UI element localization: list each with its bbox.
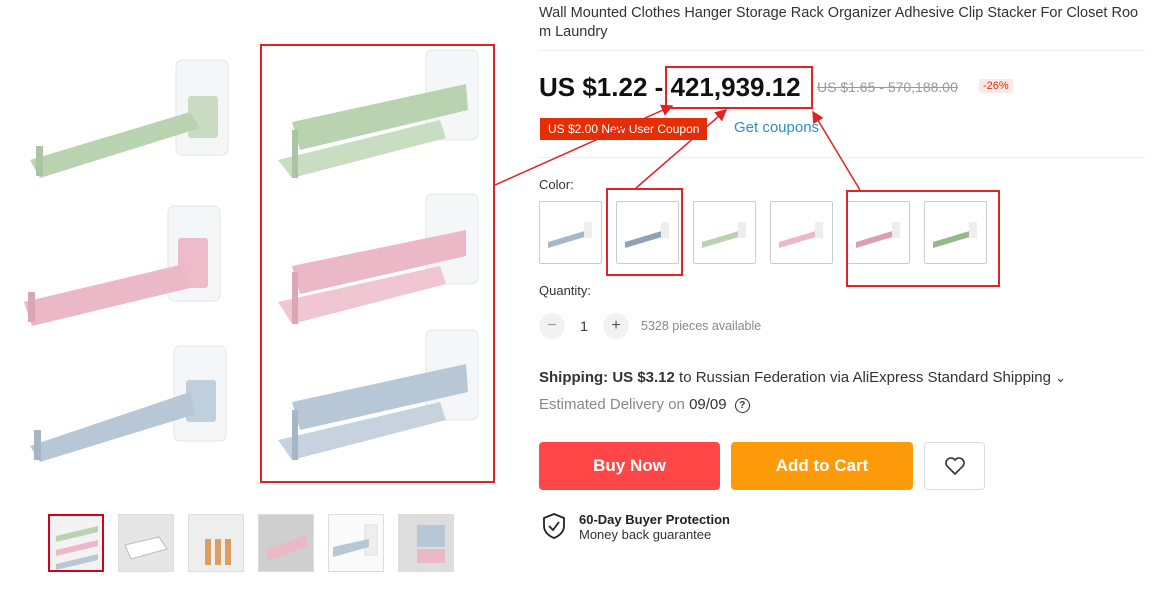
shipping-cost: US $3.12: [612, 369, 675, 386]
quantity-stepper: − 1 + 5328 pieces available: [539, 313, 761, 339]
protection-subtitle: Money back guarantee: [579, 527, 712, 542]
protection-title: 60-Day Buyer Protection: [579, 512, 730, 527]
hanger-blue-small: [30, 345, 227, 462]
hanger-pink-small: [24, 205, 221, 326]
thumbnail-1[interactable]: [48, 514, 104, 572]
get-coupons-link[interactable]: Get coupons: [734, 119, 819, 136]
wishlist-button[interactable]: [924, 442, 985, 490]
delivery-date: 09/09: [689, 396, 727, 413]
add-to-cart-button[interactable]: Add to Cart: [731, 442, 913, 490]
thumbnail-4[interactable]: [258, 514, 314, 572]
discount-badge: -26%: [979, 79, 1013, 93]
chevron-down-icon: ⌄: [1055, 370, 1067, 385]
annotation-box-price: [665, 66, 813, 109]
divider: [539, 50, 1145, 51]
shipping-destination: to Russian Federation via AliExpress Sta…: [679, 369, 1051, 386]
new-user-coupon-badge[interactable]: US $2.00 New User Coupon: [540, 118, 708, 140]
quantity-increase-button[interactable]: +: [603, 313, 629, 339]
buyer-protection: 60-Day Buyer Protection Money back guara…: [541, 512, 730, 542]
divider: [539, 157, 1145, 158]
shipping-info[interactable]: Shipping: US $3.12 to Russian Federation…: [539, 369, 1066, 386]
delivery-label: Estimated Delivery on: [539, 396, 685, 413]
hanger-green-small: [30, 59, 229, 178]
quantity-value[interactable]: 1: [577, 318, 591, 334]
thumbnail-5[interactable]: [328, 514, 384, 572]
stock-available: 5328 pieces available: [641, 319, 762, 333]
quantity-label: Quantity:: [539, 283, 592, 298]
annotation-box-color-5-6: [846, 190, 1000, 287]
thumbnail-strip: [48, 514, 454, 572]
help-icon[interactable]: ?: [734, 398, 750, 413]
price-low: US $1.22 -: [539, 72, 671, 102]
annotation-box-color-2: [606, 188, 683, 276]
color-option-4[interactable]: [770, 201, 833, 264]
color-option-3[interactable]: [693, 201, 756, 264]
product-title: Wall Mounted Clothes Hanger Storage Rack…: [539, 5, 1139, 40]
shipping-label: Shipping:: [539, 369, 609, 386]
thumbnail-2[interactable]: [118, 514, 174, 572]
thumbnail-3[interactable]: [188, 514, 244, 572]
color-label: Color:: [539, 177, 574, 192]
estimated-delivery: Estimated Delivery on 09/09 ?: [539, 396, 750, 413]
shield-check-icon: [543, 513, 565, 539]
quantity-decrease-button[interactable]: −: [539, 313, 565, 339]
color-option-1[interactable]: [539, 201, 602, 264]
buy-now-button[interactable]: Buy Now: [539, 442, 720, 490]
annotation-box-main-image: [260, 44, 495, 483]
annotation-arrow: [812, 110, 861, 191]
heart-icon: [944, 457, 965, 476]
thumbnail-6[interactable]: [398, 514, 454, 572]
original-price: US $1.65 - 570,188.00: [817, 79, 958, 95]
